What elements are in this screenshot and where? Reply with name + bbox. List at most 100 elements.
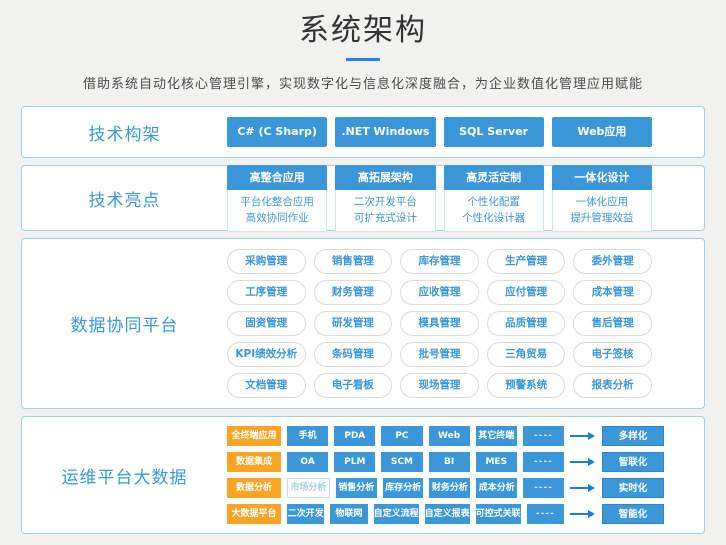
item-chip[interactable]: 可控式关联 [476,504,521,524]
result-chip[interactable]: 智联化 [602,452,664,472]
item-chip[interactable]: ---- [523,478,564,498]
highlight-card-line: 二次开发平台 [336,194,434,210]
ops-row: 大数据平台二次开发物联网自定义流程自定义报表可控式关联----智能化 [227,504,664,524]
highlight-card-body: 平台化整合应用高效协同作业 [227,190,327,232]
module-chip[interactable]: 工序管理 [227,280,306,305]
module-chip[interactable]: 售后管理 [573,311,652,336]
result-chip[interactable]: 实时化 [602,478,664,498]
page-subtitle: 借助系统自动化核心管理引擎，实现数字化与信息化深度融合，为企业数值化管理应用赋能 [0,73,726,92]
arrow-shaft [570,435,588,437]
highlight-card-title: 高整合应用 [227,165,327,190]
module-chip[interactable]: 生产管理 [487,249,566,274]
item-chip[interactable]: MES [476,452,517,472]
page-title: 系统架构 [0,12,726,50]
module-chip[interactable]: 应付管理 [487,280,566,305]
highlight-card-line: 可扩充式设计 [336,210,434,226]
highlight-card-title: 高灵活定制 [444,165,544,190]
result-chip[interactable]: 多样化 [602,426,664,446]
module-chip[interactable]: 现场管理 [400,373,479,398]
item-chip[interactable]: OA [287,452,328,472]
highlight-cards: 高整合应用平台化整合应用高效协同作业高拓展架构二次开发平台可扩充式设计高灵活定制… [227,165,704,232]
module-chip[interactable]: KPI绩效分析 [227,342,306,367]
module-chip[interactable]: 文档管理 [227,373,306,398]
module-chip[interactable]: 电子看板 [314,373,393,398]
item-chip[interactable]: 库存分析 [383,478,424,498]
tech-stack-buttons: C# (C Sharp) .NET Windows SQL Server Web应用 [227,117,704,147]
item-chip[interactable]: 自定义报表 [425,504,470,524]
item-chip[interactable]: 二次开发 [287,504,324,524]
module-chip[interactable]: 应收管理 [400,280,479,305]
module-row: 工序管理财务管理应收管理应付管理成本管理 [227,280,652,305]
module-row: KPI绩效分析条码管理批号管理三角贸易电子签核 [227,342,652,367]
module-chip[interactable]: 模具管理 [400,311,479,336]
result-chip[interactable]: 智能化 [602,504,664,524]
section-highlights: 技术亮点 高整合应用平台化整合应用高效协同作业高拓展架构二次开发平台可扩充式设计… [21,165,705,231]
module-chip[interactable]: 品质管理 [487,311,566,336]
category-chip: 全终端应用 [227,426,281,446]
module-chip[interactable]: 电子签核 [573,342,652,367]
item-chip[interactable]: 物联网 [330,504,367,524]
item-chip[interactable]: BI [429,452,470,472]
highlight-card: 高灵活定制个性化配置个性化设计器 [444,165,544,232]
architecture-diagram: 技术构架 C# (C Sharp) .NET Windows SQL Server W… [21,106,705,534]
section-ops-bigdata-label: 运维平台大数据 [22,463,227,488]
section-tech-stack-label: 技术构架 [22,120,227,145]
arrow-head [588,484,595,492]
item-chip[interactable]: 成本分析 [476,478,517,498]
item-chip[interactable]: ---- [527,504,564,524]
module-chip[interactable]: 库存管理 [400,249,479,274]
arrow-right-icon [570,432,596,440]
highlight-card-body: 二次开发平台可扩充式设计 [335,190,435,232]
module-chip[interactable]: 财务管理 [314,280,393,305]
item-chip[interactable]: ---- [523,426,564,446]
section-data-platform-label: 数据协同平台 [22,311,227,336]
item-chip[interactable]: 手机 [287,426,328,446]
item-chip[interactable]: ---- [523,452,564,472]
item-chip[interactable]: PC [381,426,422,446]
item-chip[interactable]: 其它终端 [476,426,517,446]
module-chip[interactable]: 批号管理 [400,342,479,367]
module-chip[interactable]: 采购管理 [227,249,306,274]
title-underline [346,58,380,61]
module-chip[interactable]: 三角贸易 [487,342,566,367]
ops-row: 全终端应用手机 PDA PC Web 其它终端 ---- 多样化 [227,426,664,446]
arrow-head [588,510,595,518]
tech-stack-button[interactable]: Web应用 [552,117,652,147]
module-chip[interactable]: 销售管理 [314,249,393,274]
section-data-platform: 数据协同平台 采购管理销售管理库存管理生产管理委外管理工序管理财务管理应收管理应… [21,238,705,409]
tech-stack-button[interactable]: SQL Server [444,117,544,147]
highlight-card: 高整合应用平台化整合应用高效协同作业 [227,165,327,232]
item-chip[interactable]: 市场分析 [287,478,330,498]
highlight-card-line: 一体化应用 [553,194,651,210]
module-chip[interactable]: 研发管理 [314,311,393,336]
arrow-right-icon [570,510,596,518]
module-chip[interactable]: 报表分析 [573,373,652,398]
highlight-card-line: 个性化配置 [445,194,543,210]
module-chip[interactable]: 固资管理 [227,311,306,336]
item-chip[interactable]: 销售分析 [336,478,377,498]
highlight-card-body: 一体化应用提升管理效益 [552,190,652,232]
tech-stack-button[interactable]: C# (C Sharp) [227,117,327,147]
highlight-card: 高拓展架构二次开发平台可扩充式设计 [335,165,435,232]
highlight-card-body: 个性化配置个性化设计器 [444,190,544,232]
item-chip[interactable]: PLM [334,452,375,472]
ops-row: 数据分析市场分析销售分析库存分析财务分析成本分析----实时化 [227,478,664,498]
module-chip[interactable]: 委外管理 [573,249,652,274]
module-chip[interactable]: 条码管理 [314,342,393,367]
highlight-card-title: 一体化设计 [552,165,652,190]
ops-row: 数据集成 OA PLM SCM BI MES ---- 智联化 [227,452,664,472]
module-row: 采购管理销售管理库存管理生产管理委外管理 [227,249,652,274]
module-chip[interactable]: 预警系统 [487,373,566,398]
highlight-card: 一体化设计一体化应用提升管理效益 [552,165,652,232]
tech-stack-button[interactable]: .NET Windows [335,117,435,147]
page-header: 系统架构 借助系统自动化核心管理引擎，实现数字化与信息化深度融合，为企业数值化管… [0,12,726,92]
item-chip[interactable]: 自定义流程 [374,504,419,524]
arrow-shaft [570,487,588,489]
module-row: 固资管理研发管理模具管理品质管理售后管理 [227,311,652,336]
item-chip[interactable]: PDA [334,426,375,446]
module-chip[interactable]: 成本管理 [573,280,652,305]
item-chip[interactable]: SCM [381,452,422,472]
item-chip[interactable]: 财务分析 [429,478,470,498]
category-chip: 数据集成 [227,452,281,472]
item-chip[interactable]: Web [429,426,470,446]
